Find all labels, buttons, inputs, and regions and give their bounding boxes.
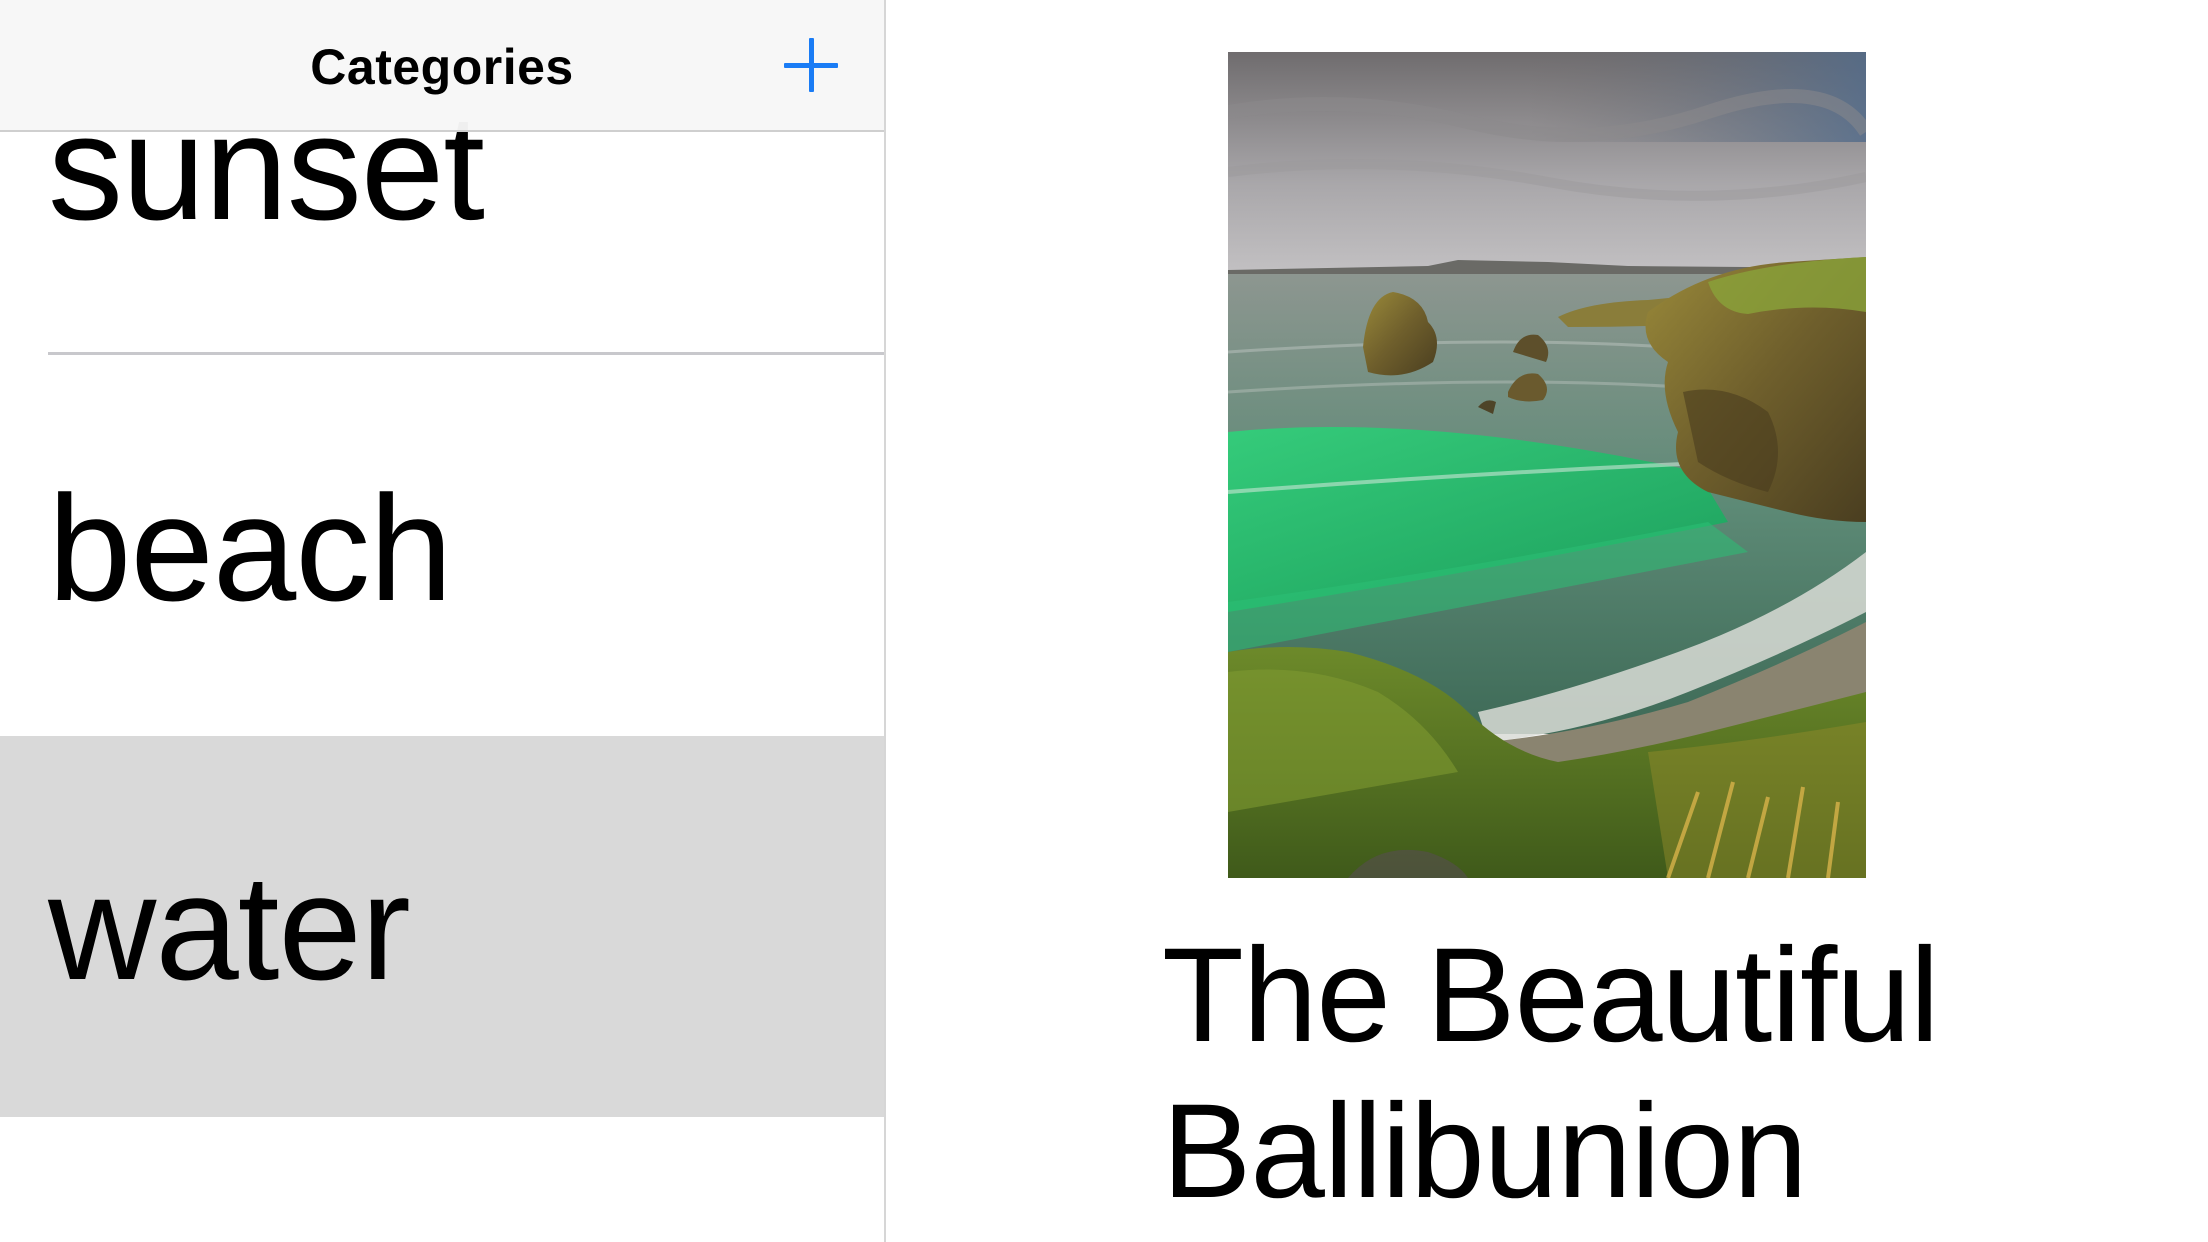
category-label: water [48, 843, 411, 1011]
split-view-app: sunset beach water Categories The Beauti… [0, 0, 2208, 1242]
detail-pane: The Beautiful Ballibunion [886, 0, 2208, 1242]
add-category-button[interactable] [776, 30, 846, 100]
navigation-bar: Categories [0, 0, 884, 132]
detail-title: The Beautiful Ballibunion [1162, 921, 1940, 1226]
categories-list[interactable]: sunset beach water [0, 0, 884, 1242]
category-label: beach [48, 464, 453, 632]
category-row-beach[interactable]: beach [0, 355, 884, 736]
categories-master-pane: sunset beach water Categories [0, 0, 884, 1242]
coastal-cliff-photo [1228, 52, 1866, 878]
category-row-water[interactable]: water [0, 736, 884, 1117]
nav-title: Categories [310, 39, 574, 95]
